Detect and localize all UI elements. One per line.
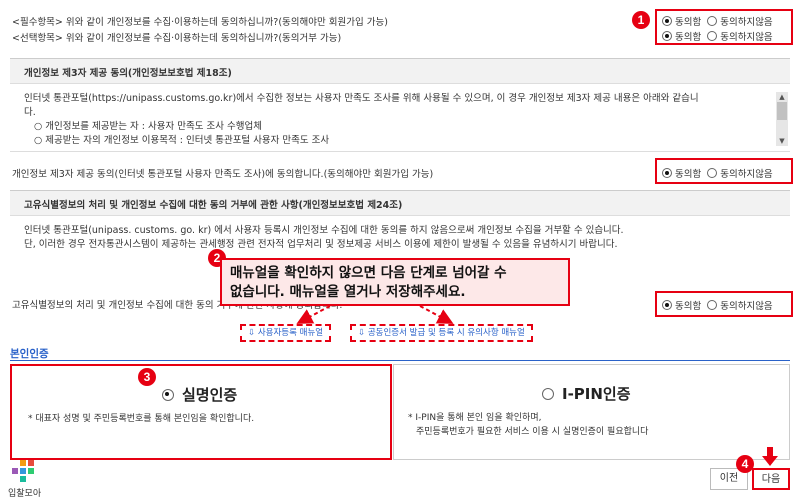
callout-line2: 없습니다. 매뉴얼을 열거나 저장해주세요. [230, 284, 466, 300]
ipchalmoa-logo: 입찰모아 [8, 458, 48, 500]
ipin-title: I-PIN인증 [562, 385, 631, 403]
down-arrow-icon [762, 447, 778, 466]
badge-4: 4 [736, 455, 754, 473]
section-divider [10, 360, 790, 361]
badge-3: 3 [138, 368, 156, 386]
realname-title: 실명인증 [182, 386, 238, 404]
identity-verification-title: 본인인증 [10, 348, 49, 360]
ipin-desc2: 주민등록번호가 필요한 서비스 이용 시 실명인증이 필요합니다 [416, 427, 649, 437]
download-icon: ⇩ [358, 328, 368, 338]
ipin-radio[interactable] [542, 387, 554, 400]
certificate-manual-button[interactable]: ⇩ 공동인증서 발급 및 등록 시 유의사항 매뉴얼 [350, 324, 533, 342]
logo-text: 입찰모아 [8, 489, 42, 499]
ipin-desc1: * I-PIN을 통해 본인 임을 확인하며, [408, 413, 542, 423]
realname-radio[interactable] [162, 388, 174, 401]
realname-auth-option[interactable]: 실명인증 * 대표자 성명 및 주민등록번호를 통해 본인임을 확인합니다. [10, 364, 392, 460]
user-registration-manual-button[interactable]: ⇩ 사용자등록 매뉴얼 [240, 324, 332, 342]
download-icon: ⇩ [248, 328, 258, 338]
manual-warning-callout: 매뉴얼을 확인하지 않으면 다음 단계로 넘어갈 수 없습니다. 매뉴얼을 열거… [220, 258, 570, 306]
callout-line1: 매뉴얼을 확인하지 않으면 다음 단계로 넘어갈 수 [230, 265, 507, 281]
ipin-auth-option[interactable]: I-PIN인증 * I-PIN을 통해 본인 임을 확인하며, 주민등록번호가 … [393, 364, 790, 460]
next-button[interactable]: 다음 [752, 468, 790, 490]
realname-desc: * 대표자 성명 및 주민등록번호를 통해 본인임을 확인합니다. [28, 414, 255, 424]
